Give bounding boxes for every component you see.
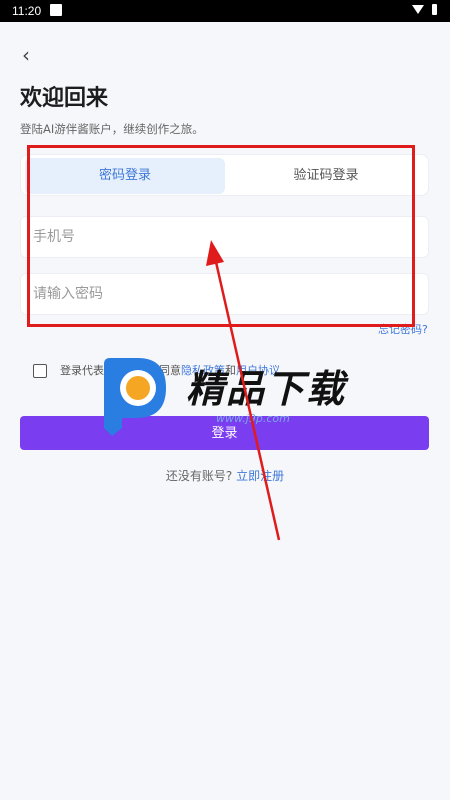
status-bar: 11:20 bbox=[0, 0, 450, 22]
battery-icon bbox=[432, 4, 437, 15]
page-title: 欢迎回来 bbox=[20, 86, 109, 111]
chevron-left-icon: ‹ bbox=[22, 43, 30, 67]
back-button[interactable]: ‹ bbox=[22, 44, 48, 66]
phone-input[interactable] bbox=[20, 216, 429, 258]
agreement-checkbox[interactable] bbox=[33, 364, 47, 378]
login-screen: 11:20 ‹ 欢迎回来 登陆AI游伴酱账户，继续创作之旅。 密码登录 验证码登… bbox=[0, 0, 450, 800]
login-mode-tabs: 密码登录 验证码登录 bbox=[20, 154, 429, 196]
privacy-policy-link[interactable]: 隐私政策 bbox=[181, 364, 225, 377]
signup-prompt: 还没有账号? bbox=[165, 469, 233, 483]
password-input[interactable] bbox=[20, 273, 429, 315]
signup-link[interactable]: 立即注册 bbox=[236, 469, 284, 483]
notification-icon bbox=[50, 4, 62, 16]
status-time: 11:20 bbox=[12, 4, 42, 18]
login-button[interactable]: 登录 bbox=[20, 416, 429, 450]
tab-password-login[interactable]: 密码登录 bbox=[25, 158, 225, 194]
user-agreement-link[interactable]: 用户协议 bbox=[236, 364, 280, 377]
agreement-prefix: 登录代表我已阅读并同意 bbox=[60, 364, 181, 377]
annotation-arrow bbox=[206, 240, 281, 541]
agreement-conjunction: 和 bbox=[225, 364, 236, 377]
page-subtitle: 登陆AI游伴酱账户，继续创作之旅。 bbox=[20, 122, 204, 136]
signup-row: 还没有账号? 立即注册 bbox=[0, 468, 450, 484]
forgot-password-link[interactable]: 忘记密码? bbox=[378, 322, 428, 338]
tab-code-login[interactable]: 验证码登录 bbox=[227, 158, 425, 194]
wifi-icon bbox=[412, 5, 424, 14]
agreement-text: 登录代表我已阅读并同意隐私政策和用户协议 bbox=[60, 363, 280, 379]
